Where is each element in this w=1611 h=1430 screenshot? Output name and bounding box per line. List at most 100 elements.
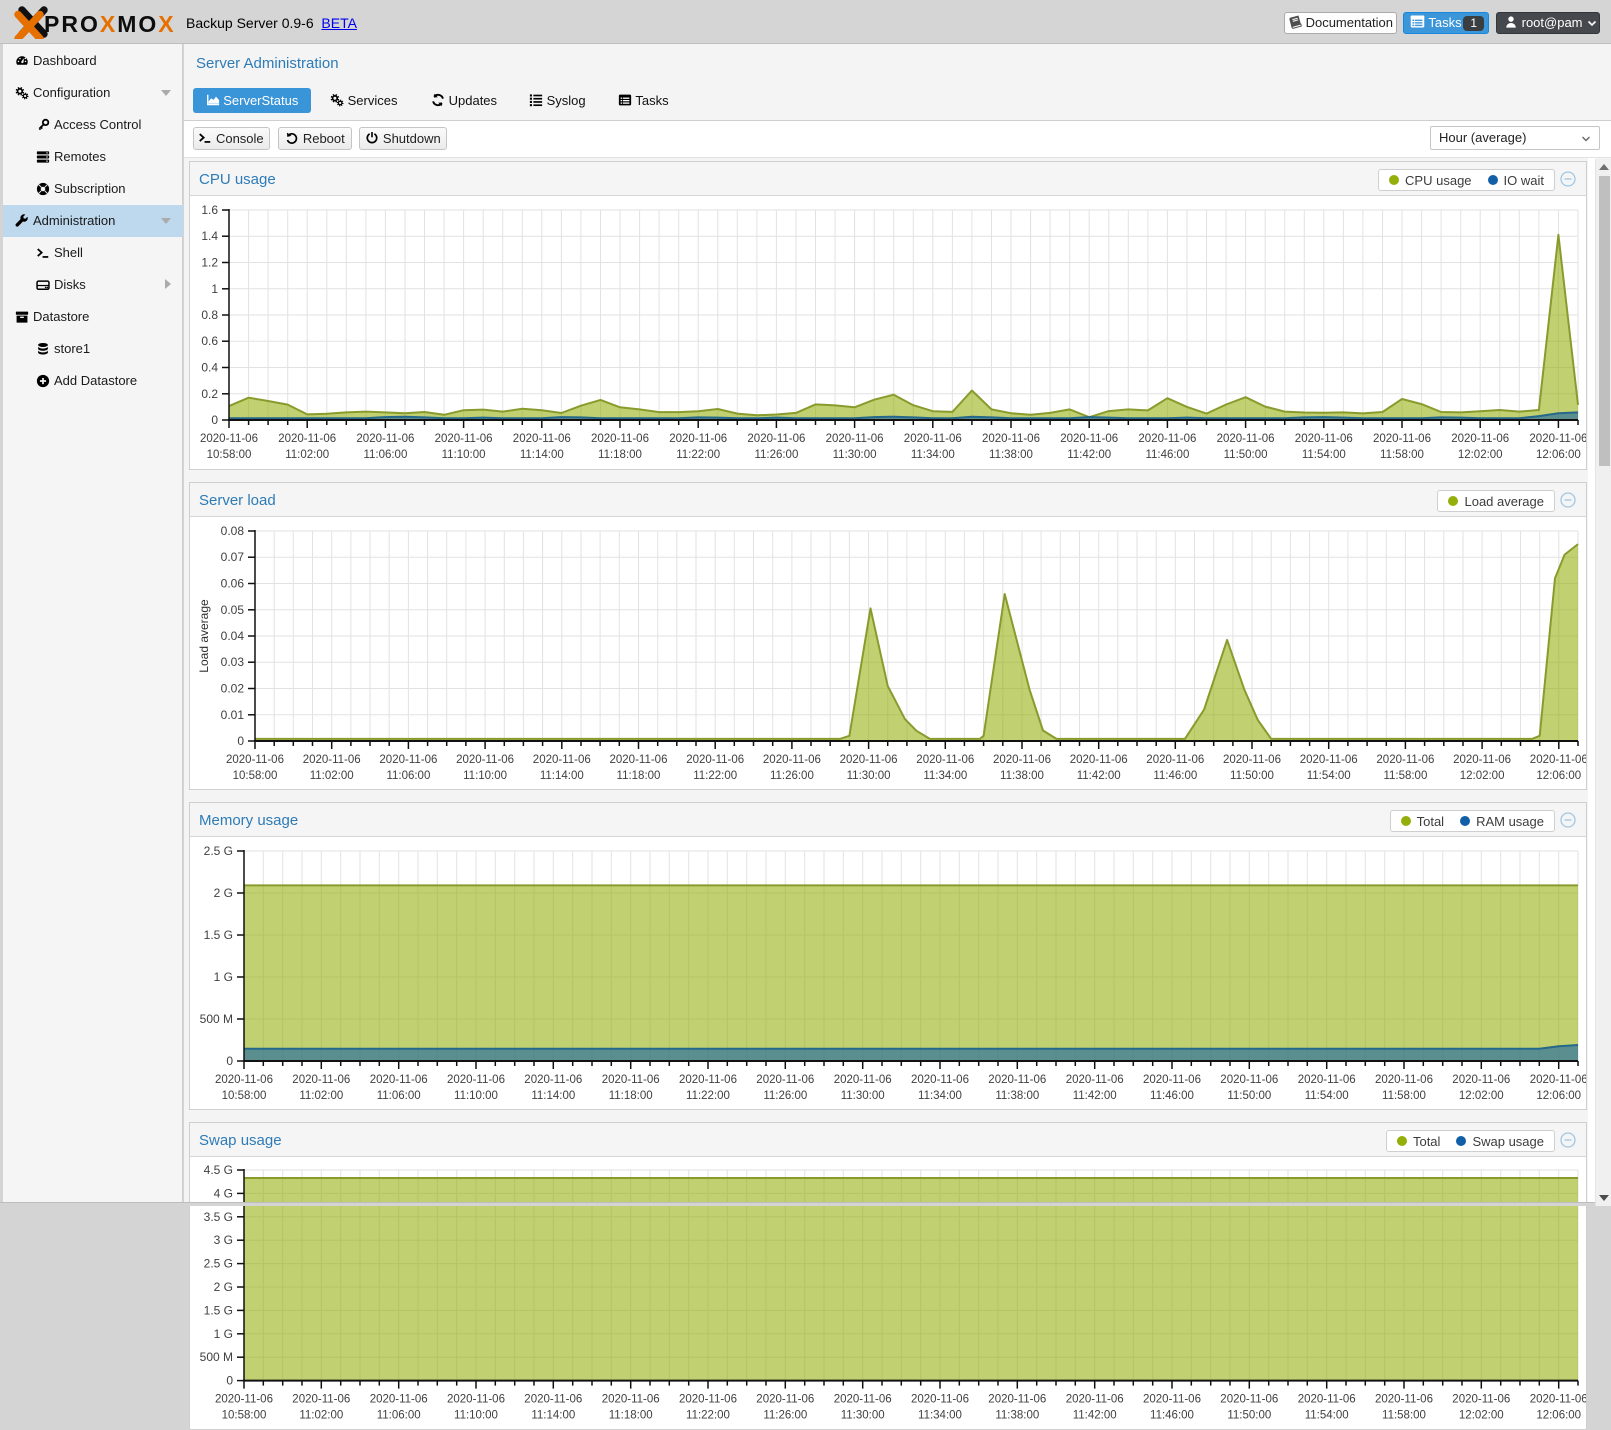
svg-text:11:18:00: 11:18:00 bbox=[598, 449, 642, 461]
svg-text:3.5 G: 3.5 G bbox=[204, 1210, 233, 1224]
svg-text:2020-11-06: 2020-11-06 bbox=[993, 754, 1051, 766]
svg-text:2020-11-06: 2020-11-06 bbox=[826, 433, 884, 445]
svg-text:2020-11-06: 2020-11-06 bbox=[278, 433, 336, 445]
svg-text:0.03: 0.03 bbox=[221, 655, 245, 669]
svg-text:2020-11-06: 2020-11-06 bbox=[533, 754, 591, 766]
svg-text:2020-11-06: 2020-11-06 bbox=[456, 754, 514, 766]
svg-text:10:58:00: 10:58:00 bbox=[222, 1410, 267, 1422]
svg-text:11:14:00: 11:14:00 bbox=[520, 449, 564, 461]
svg-text:1.4: 1.4 bbox=[201, 229, 218, 243]
svg-text:11:46:00: 11:46:00 bbox=[1153, 770, 1197, 782]
svg-text:11:10:00: 11:10:00 bbox=[454, 1410, 498, 1422]
svg-text:PROXMOX: PROXMOX bbox=[44, 11, 176, 37]
svg-text:2020-11-06: 2020-11-06 bbox=[1298, 1394, 1356, 1406]
svg-text:2020-11-06: 2020-11-06 bbox=[200, 433, 258, 445]
svg-text:11:22:00: 11:22:00 bbox=[693, 770, 737, 782]
svg-text:2020-11-06: 2020-11-06 bbox=[1375, 1394, 1433, 1406]
svg-text:11:22:00: 11:22:00 bbox=[686, 1090, 730, 1102]
svg-text:1 G: 1 G bbox=[214, 1327, 233, 1341]
svg-text:0.08: 0.08 bbox=[221, 524, 245, 538]
svg-text:2020-11-06: 2020-11-06 bbox=[447, 1074, 505, 1086]
svg-text:11:10:00: 11:10:00 bbox=[463, 770, 507, 782]
svg-text:12:02:00: 12:02:00 bbox=[1459, 1090, 1504, 1102]
svg-text:2020-11-06: 2020-11-06 bbox=[1373, 433, 1431, 445]
svg-text:2020-11-06: 2020-11-06 bbox=[1530, 1394, 1586, 1406]
svg-text:2020-11-06: 2020-11-06 bbox=[1529, 433, 1586, 445]
svg-text:11:54:00: 11:54:00 bbox=[1305, 1410, 1349, 1422]
svg-text:11:18:00: 11:18:00 bbox=[617, 770, 661, 782]
svg-text:2020-11-06: 2020-11-06 bbox=[1530, 754, 1586, 766]
svg-text:11:02:00: 11:02:00 bbox=[310, 770, 354, 782]
svg-text:1.2: 1.2 bbox=[201, 256, 218, 270]
svg-text:2020-11-06: 2020-11-06 bbox=[988, 1074, 1046, 1086]
svg-text:0.8: 0.8 bbox=[201, 308, 218, 322]
svg-text:11:42:00: 11:42:00 bbox=[1067, 449, 1111, 461]
svg-text:12:02:00: 12:02:00 bbox=[1460, 770, 1505, 782]
svg-text:1 G: 1 G bbox=[214, 970, 233, 984]
svg-text:2020-11-06: 2020-11-06 bbox=[669, 433, 727, 445]
svg-text:11:02:00: 11:02:00 bbox=[285, 449, 329, 461]
svg-text:2020-11-06: 2020-11-06 bbox=[916, 754, 974, 766]
svg-text:2.5 G: 2.5 G bbox=[204, 1257, 233, 1271]
svg-text:12:06:00: 12:06:00 bbox=[1536, 1410, 1581, 1422]
svg-text:2020-11-06: 2020-11-06 bbox=[1060, 433, 1118, 445]
svg-text:11:06:00: 11:06:00 bbox=[386, 770, 430, 782]
svg-text:11:30:00: 11:30:00 bbox=[847, 770, 891, 782]
svg-text:12:06:00: 12:06:00 bbox=[1536, 449, 1581, 461]
svg-text:2020-11-06: 2020-11-06 bbox=[1143, 1074, 1201, 1086]
svg-text:2020-11-06: 2020-11-06 bbox=[1452, 1394, 1510, 1406]
svg-text:12:06:00: 12:06:00 bbox=[1536, 1090, 1581, 1102]
svg-text:0.6: 0.6 bbox=[201, 334, 218, 348]
svg-text:2020-11-06: 2020-11-06 bbox=[756, 1394, 814, 1406]
svg-text:2020-11-06: 2020-11-06 bbox=[1530, 1074, 1586, 1086]
svg-text:2020-11-06: 2020-11-06 bbox=[747, 433, 805, 445]
svg-text:2020-11-06: 2020-11-06 bbox=[513, 433, 571, 445]
svg-text:0.06: 0.06 bbox=[221, 577, 245, 591]
svg-text:2020-11-06: 2020-11-06 bbox=[904, 433, 962, 445]
svg-text:2020-11-06: 2020-11-06 bbox=[763, 754, 821, 766]
svg-text:11:50:00: 11:50:00 bbox=[1224, 449, 1268, 461]
svg-text:11:10:00: 11:10:00 bbox=[442, 449, 486, 461]
svg-text:0: 0 bbox=[226, 1054, 233, 1068]
svg-text:11:30:00: 11:30:00 bbox=[841, 1410, 885, 1422]
svg-text:11:26:00: 11:26:00 bbox=[770, 770, 814, 782]
svg-text:1.5 G: 1.5 G bbox=[204, 928, 233, 942]
svg-text:2020-11-06: 2020-11-06 bbox=[1070, 754, 1128, 766]
svg-text:11:02:00: 11:02:00 bbox=[299, 1410, 343, 1422]
svg-text:2020-11-06: 2020-11-06 bbox=[1223, 754, 1281, 766]
svg-text:500 M: 500 M bbox=[200, 1012, 233, 1026]
svg-text:2020-11-06: 2020-11-06 bbox=[226, 754, 284, 766]
svg-text:2.5 G: 2.5 G bbox=[204, 844, 233, 858]
svg-text:11:06:00: 11:06:00 bbox=[363, 449, 407, 461]
svg-text:2020-11-06: 2020-11-06 bbox=[292, 1394, 350, 1406]
svg-text:11:18:00: 11:18:00 bbox=[609, 1090, 653, 1102]
svg-text:11:42:00: 11:42:00 bbox=[1073, 1090, 1117, 1102]
svg-text:10:58:00: 10:58:00 bbox=[207, 449, 252, 461]
svg-text:2020-11-06: 2020-11-06 bbox=[988, 1394, 1046, 1406]
svg-text:2020-11-06: 2020-11-06 bbox=[292, 1074, 350, 1086]
svg-text:2020-11-06: 2020-11-06 bbox=[1217, 433, 1275, 445]
svg-text:11:42:00: 11:42:00 bbox=[1073, 1410, 1117, 1422]
svg-text:2020-11-06: 2020-11-06 bbox=[1220, 1394, 1278, 1406]
svg-text:4.5 G: 4.5 G bbox=[204, 1163, 233, 1177]
svg-text:11:46:00: 11:46:00 bbox=[1150, 1410, 1194, 1422]
svg-text:2020-11-06: 2020-11-06 bbox=[602, 1394, 660, 1406]
svg-text:11:38:00: 11:38:00 bbox=[989, 449, 1033, 461]
svg-text:2020-11-06: 2020-11-06 bbox=[1295, 433, 1353, 445]
svg-text:11:54:00: 11:54:00 bbox=[1307, 770, 1351, 782]
svg-text:11:26:00: 11:26:00 bbox=[763, 1410, 807, 1422]
svg-text:2020-11-06: 2020-11-06 bbox=[303, 754, 361, 766]
svg-text:11:30:00: 11:30:00 bbox=[841, 1090, 885, 1102]
svg-text:11:34:00: 11:34:00 bbox=[918, 1090, 962, 1102]
svg-text:2 G: 2 G bbox=[214, 1280, 233, 1294]
svg-text:11:34:00: 11:34:00 bbox=[918, 1410, 962, 1422]
svg-text:11:54:00: 11:54:00 bbox=[1302, 449, 1346, 461]
svg-text:0.07: 0.07 bbox=[221, 550, 245, 564]
svg-text:11:42:00: 11:42:00 bbox=[1077, 770, 1121, 782]
svg-text:11:14:00: 11:14:00 bbox=[540, 770, 584, 782]
svg-text:10:58:00: 10:58:00 bbox=[222, 1090, 267, 1102]
svg-text:2020-11-06: 2020-11-06 bbox=[1451, 433, 1509, 445]
svg-text:2020-11-06: 2020-11-06 bbox=[1146, 754, 1204, 766]
svg-text:2020-11-06: 2020-11-06 bbox=[686, 754, 744, 766]
svg-text:2020-11-06: 2020-11-06 bbox=[982, 433, 1040, 445]
